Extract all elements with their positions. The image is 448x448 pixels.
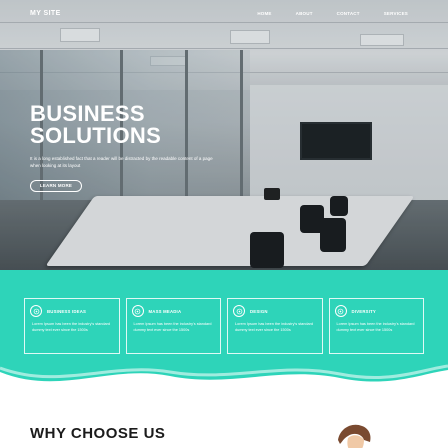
- feature-title: DIVERSITY: [351, 308, 376, 314]
- target-icon: [131, 305, 144, 317]
- hero-description: It is a long established fact that a rea…: [30, 156, 213, 168]
- feature-text: Lorem Ipsum has been the industry's stan…: [32, 322, 110, 332]
- feature-card[interactable]: DIVERSITY Lorem Ipsum has been the indus…: [328, 298, 424, 354]
- nav-links: HOME ABOUT CONTACT SERVICES: [233, 11, 408, 16]
- navbar: MY SITE HOME ABOUT CONTACT SERVICES: [0, 0, 448, 28]
- feature-cards: BUSINESS IDEAS Lorem Ipsum has been the …: [24, 298, 424, 354]
- target-icon: [233, 305, 245, 317]
- hero-banner: MY SITE HOME ABOUT CONTACT SERVICES BUSI…: [0, 0, 448, 272]
- nav-link-home[interactable]: HOME: [257, 11, 271, 16]
- target-icon: [30, 305, 42, 317]
- hero-title: BUSINESS SOLUTIONS: [30, 103, 161, 147]
- feature-text: Lorem Ipsum has been the industry's stan…: [336, 322, 415, 332]
- nav-link-about[interactable]: ABOUT: [296, 11, 313, 16]
- why-choose-us-heading: WHY CHOOSE US: [30, 425, 166, 442]
- feature-text: Lorem Ipsum has been the industry's stan…: [133, 322, 212, 332]
- hero-title-line1: BUSINESS: [30, 101, 145, 126]
- feature-card[interactable]: DESIGN Lorem Ipsum has been the industry…: [227, 298, 323, 354]
- nav-link-contact[interactable]: CONTACT: [337, 11, 360, 16]
- target-icon: [334, 305, 347, 317]
- feature-card[interactable]: MASS MEADIA Lorem Ipsum has been the ind…: [125, 298, 221, 354]
- nav-link-services[interactable]: SERVICES: [384, 11, 408, 16]
- feature-title: MASS MEADIA: [148, 308, 182, 314]
- person-photo: [338, 424, 371, 448]
- feature-title: BUSINESS IDEAS: [47, 308, 87, 314]
- feature-title: DESIGN: [250, 308, 268, 314]
- wave-divider: [0, 364, 448, 402]
- feature-text: Lorem Ipsum has been the industry's stan…: [235, 322, 313, 332]
- feature-card[interactable]: BUSINESS IDEAS Lorem Ipsum has been the …: [24, 298, 120, 354]
- hero-title-line2: SOLUTIONS: [30, 123, 162, 148]
- site-logo[interactable]: MY SITE: [30, 10, 61, 17]
- learn-more-button[interactable]: LEARN MORE: [30, 180, 82, 192]
